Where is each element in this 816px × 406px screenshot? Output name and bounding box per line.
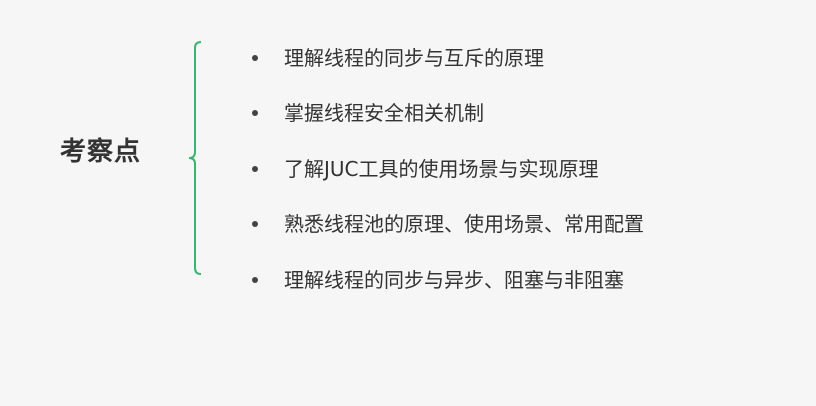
list-item: 熟悉线程池的原理、使用场景、常用配置 [252, 197, 644, 253]
list-item: 了解JUC工具的使用场景与实现原理 [252, 141, 644, 197]
bullet-icon [252, 54, 258, 61]
list-item: 理解线程的同步与互斥的原理 [252, 30, 644, 86]
list-item-text: 理解线程的同步与互斥的原理 [284, 45, 544, 70]
bullet-icon [252, 221, 258, 228]
list-item-text: 了解JUC工具的使用场景与实现原理 [284, 156, 599, 181]
slide: 考察点 理解线程的同步与互斥的原理 掌握线程安全相关机制 了解JUC工具的使用场… [0, 0, 816, 406]
topic-list: 理解线程的同步与互斥的原理 掌握线程安全相关机制 了解JUC工具的使用场景与实现… [252, 30, 644, 308]
list-item: 掌握线程安全相关机制 [252, 86, 644, 142]
curly-brace-icon [188, 41, 202, 275]
bullet-icon [252, 110, 258, 117]
list-item-text: 熟悉线程池的原理、使用场景、常用配置 [284, 212, 644, 237]
bullet-icon [252, 276, 258, 283]
list-item: 理解线程的同步与异步、阻塞与非阻塞 [252, 252, 644, 308]
list-item-text: 理解线程的同步与异步、阻塞与非阻塞 [284, 267, 624, 292]
list-item-text: 掌握线程安全相关机制 [284, 101, 484, 126]
slide-heading: 考察点 [60, 137, 142, 167]
bullet-icon [252, 165, 258, 172]
